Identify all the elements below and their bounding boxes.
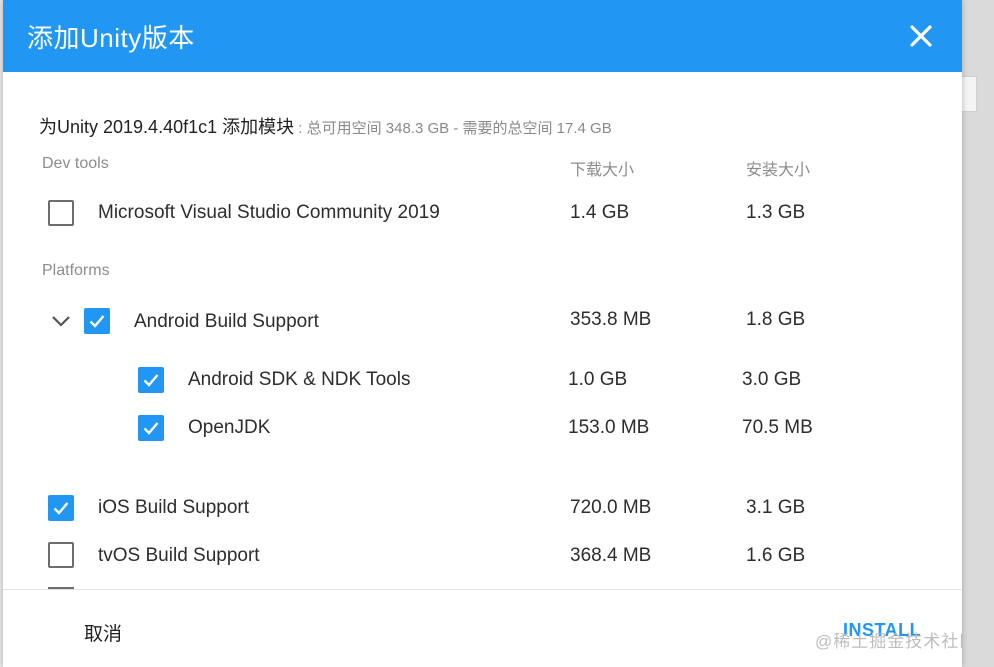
column-install-size: 安装大小 [746, 162, 811, 179]
download-size: 353.8 MB [570, 309, 652, 330]
checkmark-icon [89, 315, 105, 328]
section-dev-tools: Dev tools [42, 155, 109, 172]
add-modules-dialog: 添加Unity版本 为Unity 2019.4.40f1c1 添加模块 : 总可… [3, 0, 962, 667]
module-label: OpenJDK [188, 417, 271, 438]
background-button-edge [962, 76, 977, 112]
checkmark-icon [53, 502, 69, 515]
download-size: 720.0 MB [570, 497, 652, 518]
checkbox-visual-studio[interactable] [48, 200, 74, 226]
install-size: 3.1 GB [746, 497, 806, 518]
checkbox-android-sdk[interactable] [138, 367, 164, 393]
download-size: 153.0 MB [568, 417, 650, 438]
module-label: Microsoft Visual Studio Community 2019 [98, 202, 440, 223]
module-label: Android SDK & NDK Tools [188, 369, 411, 390]
install-size: 1.3 GB [746, 202, 806, 223]
module-label: tvOS Build Support [98, 545, 260, 566]
download-size: 1.0 GB [568, 369, 628, 390]
watermark: @稀土掘金技术社区 [815, 632, 962, 651]
module-row-android-sdk: Android SDK & NDK Tools 1.0 GB 3.0 GB [3, 360, 962, 400]
install-size: 3.0 GB [742, 369, 802, 390]
chevron-down-icon[interactable] [51, 315, 71, 327]
checkbox-android[interactable] [84, 308, 110, 334]
module-label: Android Build Support [134, 311, 319, 332]
dialog-title: 添加Unity版本 [27, 23, 195, 53]
install-size: 70.5 MB [742, 417, 813, 438]
checkbox-openjdk[interactable] [138, 415, 164, 441]
space-summary: 为Unity 2019.4.40f1c1 添加模块 : 总可用空间 348.3 … [39, 113, 612, 139]
column-download-size: 下载大小 [570, 162, 635, 179]
checkmark-icon [143, 374, 159, 387]
footer-divider [3, 589, 962, 590]
checkbox-tvos[interactable] [48, 542, 74, 568]
module-row-ios: iOS Build Support 720.0 MB 3.1 GB [3, 488, 962, 528]
module-row-tvos: tvOS Build Support 368.4 MB 1.6 GB [3, 536, 962, 576]
install-size: 1.6 GB [746, 545, 806, 566]
summary-title: 为Unity 2019.4.40f1c1 添加模块 [39, 117, 295, 137]
dialog-titlebar: 添加Unity版本 [3, 0, 962, 72]
download-size: 1.4 GB [570, 202, 630, 223]
close-icon [910, 25, 932, 47]
summary-space-info: : 总可用空间 348.3 GB - 需要的总空间 17.4 GB [294, 120, 612, 137]
checkmark-icon [143, 422, 159, 435]
module-row-visual-studio: Microsoft Visual Studio Community 2019 1… [3, 193, 962, 233]
section-platforms: Platforms [42, 262, 110, 279]
cancel-button[interactable]: 取消 [84, 619, 122, 646]
module-row-android: Android Build Support 353.8 MB 1.8 GB [3, 300, 962, 340]
background-window [962, 0, 994, 667]
module-label: iOS Build Support [98, 497, 250, 518]
download-size: 368.4 MB [570, 545, 652, 566]
module-row-openjdk: OpenJDK 153.0 MB 70.5 MB [3, 408, 962, 448]
checkbox-ios[interactable] [48, 495, 74, 521]
close-button[interactable] [903, 18, 939, 54]
install-size: 1.8 GB [746, 309, 806, 330]
